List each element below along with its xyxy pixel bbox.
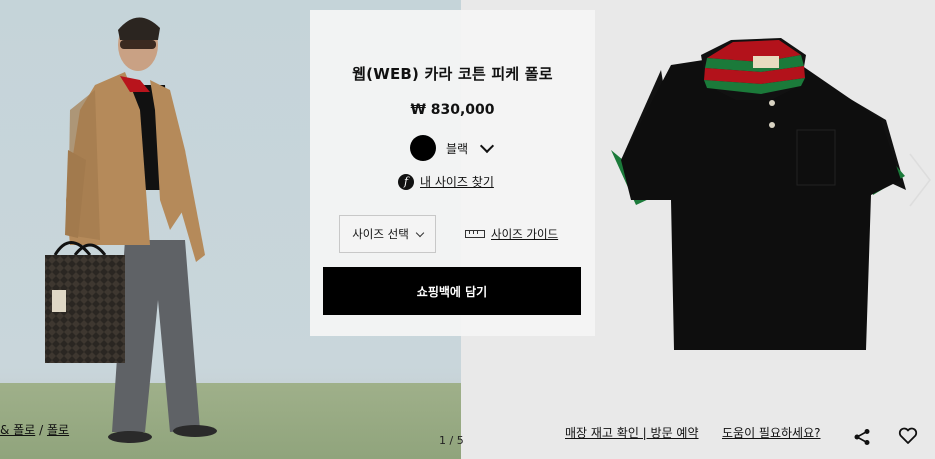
size-select-dropdown[interactable]: 사이즈 선택 (339, 215, 436, 253)
color-label: 블랙 (446, 141, 469, 156)
help-link[interactable]: 도움이 필요하세요? (722, 424, 821, 441)
size-guide-label: 사이즈 가이드 (491, 227, 559, 241)
breadcrumb-separator: / (39, 423, 44, 437)
breadcrumb: & 폴로 / 폴로 (0, 421, 69, 438)
product-price: ₩ 830,000 (410, 102, 495, 118)
ruler-icon (465, 230, 485, 238)
chevron-right-icon[interactable] (906, 150, 934, 210)
share-icon[interactable] (853, 428, 871, 446)
gallery-pager: 1 / 5 (439, 434, 464, 447)
color-swatch[interactable] (410, 135, 436, 161)
heart-icon[interactable] (898, 427, 918, 445)
product-info-panel: 웹(WEB) 카라 코튼 피케 폴로 ₩ 830,000 블랙 f 내 사이즈 … (310, 10, 595, 336)
size-guide-link[interactable]: 사이즈 가이드 (465, 226, 558, 242)
size-select-label: 사이즈 선택 (352, 227, 409, 241)
breadcrumb-item-last[interactable]: 폴로 (47, 423, 69, 437)
add-to-bag-button[interactable]: 쇼핑백에 담기 (323, 267, 581, 315)
f-logo-icon: f (398, 173, 414, 190)
breadcrumb-item[interactable]: & 폴로 (0, 423, 35, 437)
chevron-down-icon[interactable] (480, 138, 495, 153)
find-my-size-label: 내 사이즈 찾기 (420, 175, 494, 189)
chevron-down-icon (415, 228, 425, 237)
color-selector[interactable]: 블랙 (410, 135, 495, 161)
find-my-size-link[interactable]: f 내 사이즈 찾기 (398, 173, 494, 190)
store-stock-link[interactable]: 매장 재고 확인 | 방문 예약 (565, 424, 699, 441)
product-title: 웹(WEB) 카라 코튼 피케 폴로 (352, 65, 553, 83)
